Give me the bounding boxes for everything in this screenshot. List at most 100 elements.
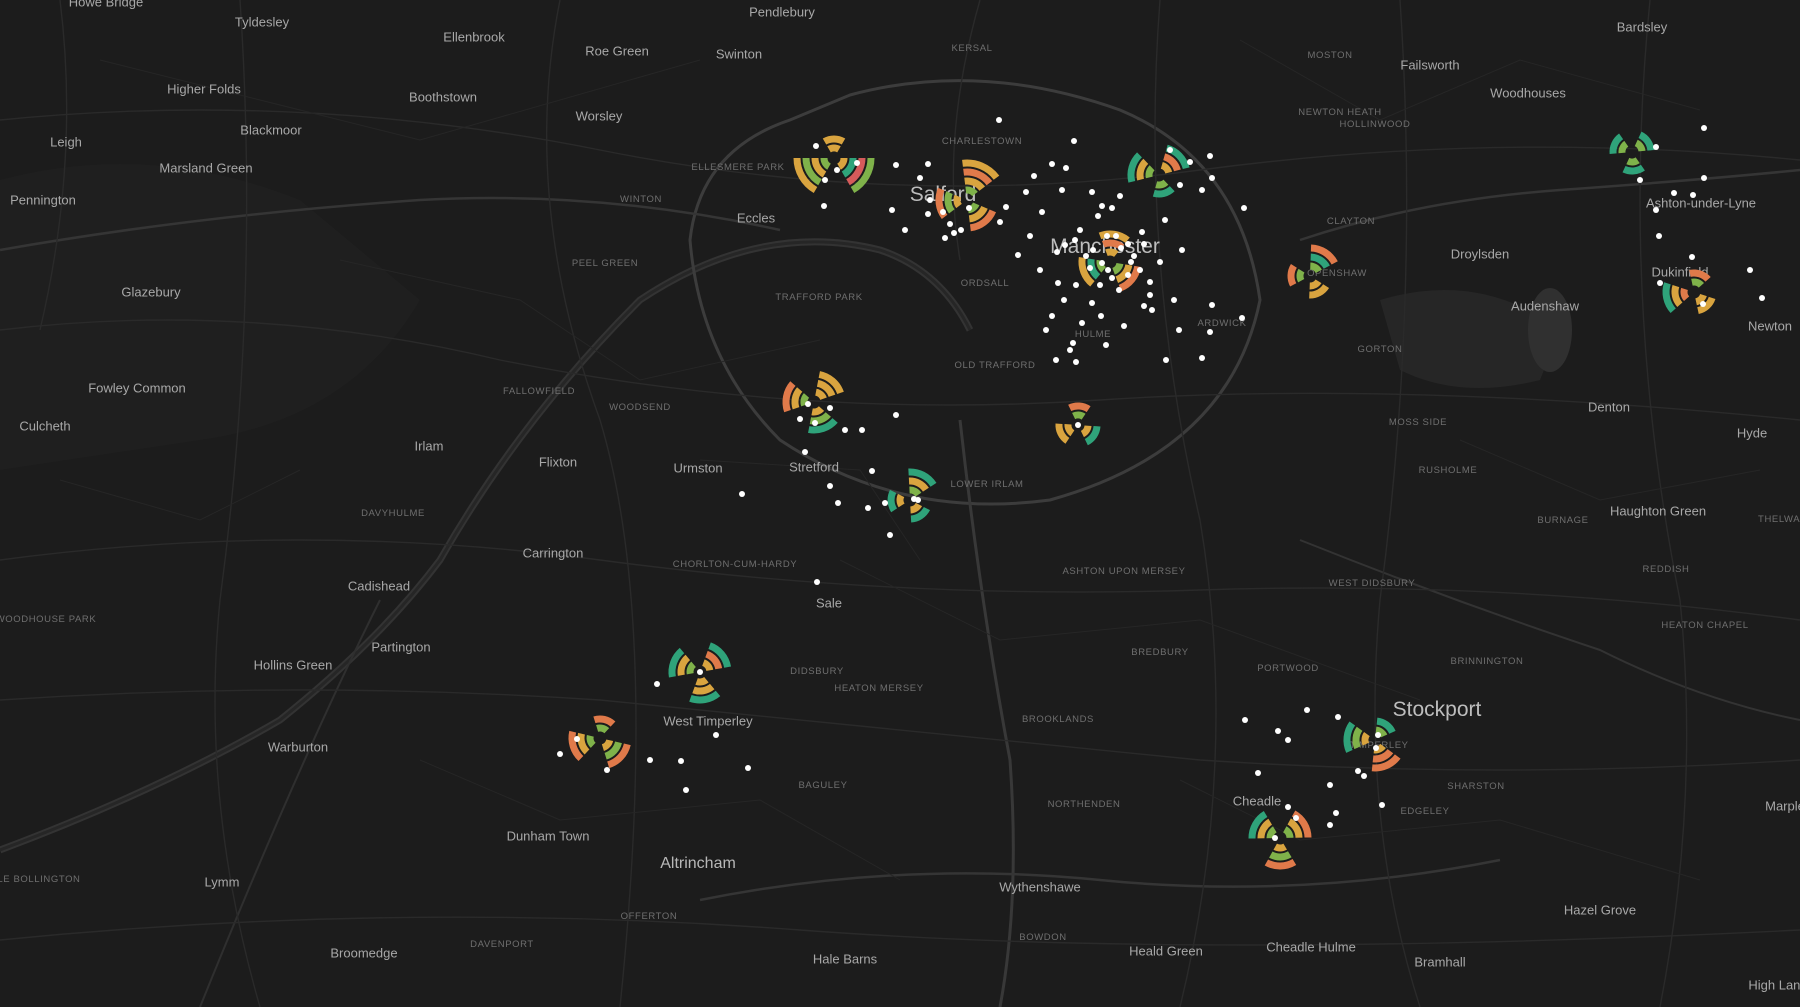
location-point[interactable] xyxy=(854,160,860,166)
location-point[interactable] xyxy=(1207,153,1213,159)
location-point[interactable] xyxy=(1109,275,1115,281)
location-point[interactable] xyxy=(869,468,875,474)
location-point[interactable] xyxy=(1747,267,1753,273)
location-point[interactable] xyxy=(842,427,848,433)
location-point[interactable] xyxy=(1073,359,1079,365)
location-point[interactable] xyxy=(797,416,803,422)
location-point[interactable] xyxy=(1095,213,1101,219)
location-point[interactable] xyxy=(893,162,899,168)
location-point[interactable] xyxy=(859,427,865,433)
location-point[interactable] xyxy=(1671,190,1677,196)
location-point[interactable] xyxy=(1053,357,1059,363)
location-point[interactable] xyxy=(1179,247,1185,253)
location-point[interactable] xyxy=(996,117,1002,123)
location-point[interactable] xyxy=(1335,714,1341,720)
location-point[interactable] xyxy=(1097,282,1103,288)
location-point[interactable] xyxy=(1700,301,1706,307)
location-point[interactable] xyxy=(821,203,827,209)
location-point[interactable] xyxy=(574,736,580,742)
location-point[interactable] xyxy=(1109,205,1115,211)
location-point[interactable] xyxy=(1141,303,1147,309)
location-point[interactable] xyxy=(1656,233,1662,239)
location-point[interactable] xyxy=(925,161,931,167)
location-point[interactable] xyxy=(802,449,808,455)
location-point[interactable] xyxy=(1117,193,1123,199)
location-point[interactable] xyxy=(1031,173,1037,179)
location-point[interactable] xyxy=(1027,233,1033,239)
location-point[interactable] xyxy=(647,757,653,763)
location-point[interactable] xyxy=(997,219,1003,225)
location-point[interactable] xyxy=(713,732,719,738)
location-point[interactable] xyxy=(834,167,840,173)
location-point[interactable] xyxy=(902,227,908,233)
location-point[interactable] xyxy=(1653,144,1659,150)
location-point[interactable] xyxy=(1255,770,1261,776)
location-point[interactable] xyxy=(814,579,820,585)
location-point[interactable] xyxy=(1637,177,1643,183)
location-point[interactable] xyxy=(1125,272,1131,278)
location-point[interactable] xyxy=(739,491,745,497)
location-point[interactable] xyxy=(1071,138,1077,144)
location-point[interactable] xyxy=(822,177,828,183)
location-point[interactable] xyxy=(678,758,684,764)
location-point[interactable] xyxy=(654,681,660,687)
location-point[interactable] xyxy=(1333,810,1339,816)
location-point[interactable] xyxy=(1147,279,1153,285)
location-point[interactable] xyxy=(683,787,689,793)
location-point[interactable] xyxy=(1037,267,1043,273)
ring-glyph-ashton[interactable] xyxy=(1609,131,1655,175)
location-point[interactable] xyxy=(1285,737,1291,743)
location-point[interactable] xyxy=(812,420,818,426)
location-point[interactable] xyxy=(745,765,751,771)
location-point[interactable] xyxy=(1361,773,1367,779)
location-point[interactable] xyxy=(805,401,811,407)
location-point[interactable] xyxy=(942,235,948,241)
location-point[interactable] xyxy=(1077,227,1083,233)
location-point[interactable] xyxy=(1209,175,1215,181)
location-point[interactable] xyxy=(1379,802,1385,808)
location-point[interactable] xyxy=(1089,300,1095,306)
location-point[interactable] xyxy=(889,207,895,213)
location-point[interactable] xyxy=(1272,835,1278,841)
location-point[interactable] xyxy=(1171,297,1177,303)
location-point[interactable] xyxy=(1090,247,1096,253)
location-point[interactable] xyxy=(1015,252,1021,258)
location-point[interactable] xyxy=(1121,323,1127,329)
location-point[interactable] xyxy=(1141,241,1147,247)
location-point[interactable] xyxy=(940,209,946,215)
location-point[interactable] xyxy=(1083,253,1089,259)
location-point[interactable] xyxy=(1098,313,1104,319)
location-point[interactable] xyxy=(1163,357,1169,363)
ring-glyph-chorlton[interactable] xyxy=(887,468,937,523)
location-point[interactable] xyxy=(1176,327,1182,333)
location-point[interactable] xyxy=(1087,265,1093,271)
location-point[interactable] xyxy=(1690,192,1696,198)
location-point[interactable] xyxy=(1118,245,1124,251)
location-point[interactable] xyxy=(893,412,899,418)
location-point[interactable] xyxy=(925,211,931,217)
location-point[interactable] xyxy=(1207,329,1213,335)
location-point[interactable] xyxy=(1073,282,1079,288)
location-point[interactable] xyxy=(1003,204,1009,210)
location-point[interactable] xyxy=(1039,209,1045,215)
location-point[interactable] xyxy=(827,483,833,489)
location-point[interactable] xyxy=(915,497,921,503)
location-point[interactable] xyxy=(1072,237,1078,243)
location-point[interactable] xyxy=(1075,422,1081,428)
location-point[interactable] xyxy=(1327,822,1333,828)
location-point[interactable] xyxy=(947,221,953,227)
location-point[interactable] xyxy=(1304,707,1310,713)
location-point[interactable] xyxy=(557,751,563,757)
location-point[interactable] xyxy=(1653,207,1659,213)
location-point[interactable] xyxy=(1759,295,1765,301)
location-point[interactable] xyxy=(1689,254,1695,260)
map-canvas[interactable]: Howe Bridge Tyldesley Ellenbrook Pendlebury… xyxy=(0,0,1800,1007)
location-point[interactable] xyxy=(1375,732,1381,738)
location-point[interactable] xyxy=(1139,229,1145,235)
location-point[interactable] xyxy=(1063,165,1069,171)
location-point[interactable] xyxy=(958,227,964,233)
location-point[interactable] xyxy=(1125,241,1131,247)
location-point[interactable] xyxy=(1149,307,1155,313)
ring-glyph-cheadle[interactable] xyxy=(1248,810,1312,870)
location-point[interactable] xyxy=(1137,267,1143,273)
